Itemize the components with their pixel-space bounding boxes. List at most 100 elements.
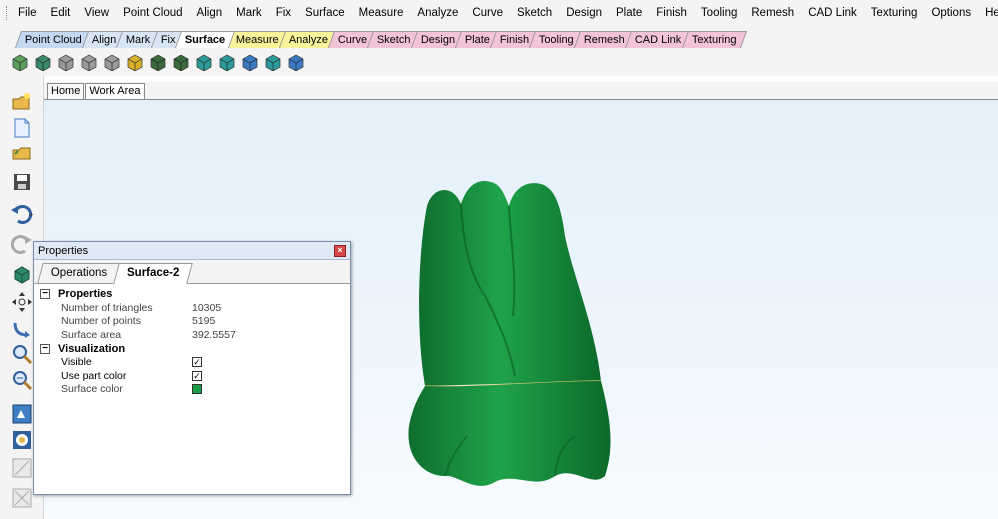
- ribbon-tab-label: Tooling: [539, 34, 575, 46]
- menu-align[interactable]: Align: [190, 0, 230, 26]
- display-icon[interactable]: [10, 428, 34, 452]
- collapse-icon[interactable]: −: [40, 289, 50, 299]
- surface-color-swatch[interactable]: [192, 384, 202, 395]
- ribbon-tab-label: Fix: [160, 34, 176, 46]
- ribbon-tab-label: Design: [420, 34, 455, 46]
- ribbon-tab-label: Align: [91, 34, 117, 46]
- property-value: 392.5557: [192, 328, 236, 341]
- property-row-surface-color[interactable]: Surface color: [38, 383, 346, 397]
- ribbon-tab-label: Sketch: [376, 34, 411, 46]
- surface-gray2-icon[interactable]: [79, 52, 99, 72]
- menu-view[interactable]: View: [77, 0, 116, 26]
- ribbon-tab-surface[interactable]: Surface: [175, 31, 236, 48]
- tab-operations-label: Operations: [50, 267, 108, 279]
- tab-operations[interactable]: Operations: [37, 263, 121, 283]
- property-row-use-part-color[interactable]: Use part color ✓: [38, 369, 346, 383]
- menu-point-cloud[interactable]: Point Cloud: [116, 0, 189, 26]
- surface-gray3-icon[interactable]: [102, 52, 122, 72]
- ribbon-tab-label: Point Cloud: [24, 34, 82, 46]
- section-visualization-label: Visualization: [58, 342, 126, 355]
- menu-sketch[interactable]: Sketch: [510, 0, 559, 26]
- surface-gray-icon[interactable]: [56, 52, 76, 72]
- close-icon[interactable]: ×: [334, 244, 346, 257]
- property-label: Surface area: [61, 328, 122, 341]
- visible-checkbox[interactable]: ✓: [192, 357, 202, 368]
- menu-help[interactable]: Help: [978, 0, 998, 26]
- ribbon-tab-label: Texturing: [691, 34, 737, 46]
- menu-cad-link[interactable]: CAD Link: [801, 0, 864, 26]
- ribbon-tab-label: Surface: [185, 34, 226, 46]
- zoom-icon[interactable]: [10, 342, 34, 366]
- ribbon-tab-label: Remesh: [584, 34, 626, 46]
- menu-surface[interactable]: Surface: [298, 0, 352, 26]
- surface-yellow-icon[interactable]: [125, 52, 145, 72]
- surface-fit4-icon[interactable]: [263, 52, 283, 72]
- ribbon-tab-point-cloud[interactable]: Point Cloud: [14, 31, 92, 48]
- menu-finish[interactable]: Finish: [649, 0, 694, 26]
- ribbon-tab-label: Curve: [337, 34, 367, 46]
- fit-view-icon[interactable]: [10, 402, 34, 426]
- open-file-icon[interactable]: [10, 140, 34, 164]
- menu-file[interactable]: File: [11, 0, 44, 26]
- surface-mesh-icon[interactable]: [148, 52, 168, 72]
- menu-remesh[interactable]: Remesh: [744, 0, 801, 26]
- property-label: Number of triangles: [61, 301, 153, 314]
- surface-grid-icon[interactable]: [171, 52, 191, 72]
- rotate-icon[interactable]: [10, 316, 34, 340]
- section-properties-label: Properties: [58, 288, 113, 300]
- surface-fit-icon[interactable]: [194, 52, 214, 72]
- ribbon-tab-label: Analyze: [288, 34, 328, 46]
- surface-fit3-icon[interactable]: [240, 52, 260, 72]
- ribbon-tab-label: Plate: [464, 34, 490, 46]
- ribbon-tab-texturing[interactable]: Texturing: [681, 31, 747, 48]
- cube-view-icon[interactable]: [10, 263, 34, 287]
- menu-edit[interactable]: Edit: [44, 0, 78, 26]
- property-label: Surface color: [61, 383, 123, 396]
- menu-measure[interactable]: Measure: [352, 0, 411, 26]
- save-icon[interactable]: [10, 170, 34, 194]
- undo-icon[interactable]: [10, 202, 34, 226]
- menu-grip[interactable]: [6, 6, 7, 20]
- property-value: 5195: [192, 315, 216, 328]
- tab-work-area[interactable]: Work Area: [85, 83, 145, 99]
- menu-options[interactable]: Options: [924, 0, 978, 26]
- zoom-box-icon[interactable]: [10, 368, 34, 392]
- tab-surface-2-label: Surface-2: [127, 267, 180, 279]
- open-folder-icon[interactable]: [10, 90, 34, 114]
- collapse-icon[interactable]: −: [40, 343, 50, 354]
- menu-plate[interactable]: Plate: [609, 0, 649, 26]
- tab-surface-2[interactable]: Surface-2: [113, 263, 194, 284]
- document-tabs: Home Work Area: [44, 82, 998, 100]
- menu-curve[interactable]: Curve: [465, 0, 510, 26]
- surface-fit2-icon[interactable]: [217, 52, 237, 72]
- surface-sphere-icon[interactable]: [286, 52, 306, 72]
- section-visualization[interactable]: − Visualization: [38, 342, 346, 356]
- properties-titlebar[interactable]: Properties ×: [34, 242, 350, 260]
- redo-icon[interactable]: [10, 232, 34, 256]
- menu-mark[interactable]: Mark: [229, 0, 269, 26]
- property-row[interactable]: Surface area 392.5557: [38, 328, 346, 342]
- menu-bar: File Edit View Point Cloud Align Mark Fi…: [0, 0, 998, 26]
- menu-fix[interactable]: Fix: [269, 0, 298, 26]
- menu-tooling[interactable]: Tooling: [694, 0, 744, 26]
- property-row-visible[interactable]: Visible ✓: [38, 356, 346, 370]
- picture2-icon[interactable]: [10, 486, 34, 510]
- new-file-icon[interactable]: [10, 116, 34, 140]
- menu-analyze[interactable]: Analyze: [410, 0, 465, 26]
- menu-texturing[interactable]: Texturing: [864, 0, 925, 26]
- surface-arrow-icon[interactable]: [10, 52, 30, 72]
- property-row[interactable]: Number of triangles 10305: [38, 301, 346, 315]
- property-label: Number of points: [61, 315, 141, 328]
- menu-design[interactable]: Design: [559, 0, 609, 26]
- surface-toolbar: [0, 48, 998, 76]
- pan-icon[interactable]: [10, 290, 34, 314]
- ribbon-tab-label: Mark: [126, 34, 151, 46]
- section-properties[interactable]: − Properties: [38, 287, 346, 301]
- property-row[interactable]: Number of points 5195: [38, 315, 346, 329]
- picture-icon[interactable]: [10, 456, 34, 480]
- ribbon-tab-label: Measure: [235, 34, 279, 46]
- tooth-model[interactable]: [405, 176, 635, 496]
- tab-home[interactable]: Home: [47, 83, 85, 99]
- use-part-color-checkbox[interactable]: ✓: [192, 370, 202, 381]
- surface-box-icon[interactable]: [33, 52, 53, 72]
